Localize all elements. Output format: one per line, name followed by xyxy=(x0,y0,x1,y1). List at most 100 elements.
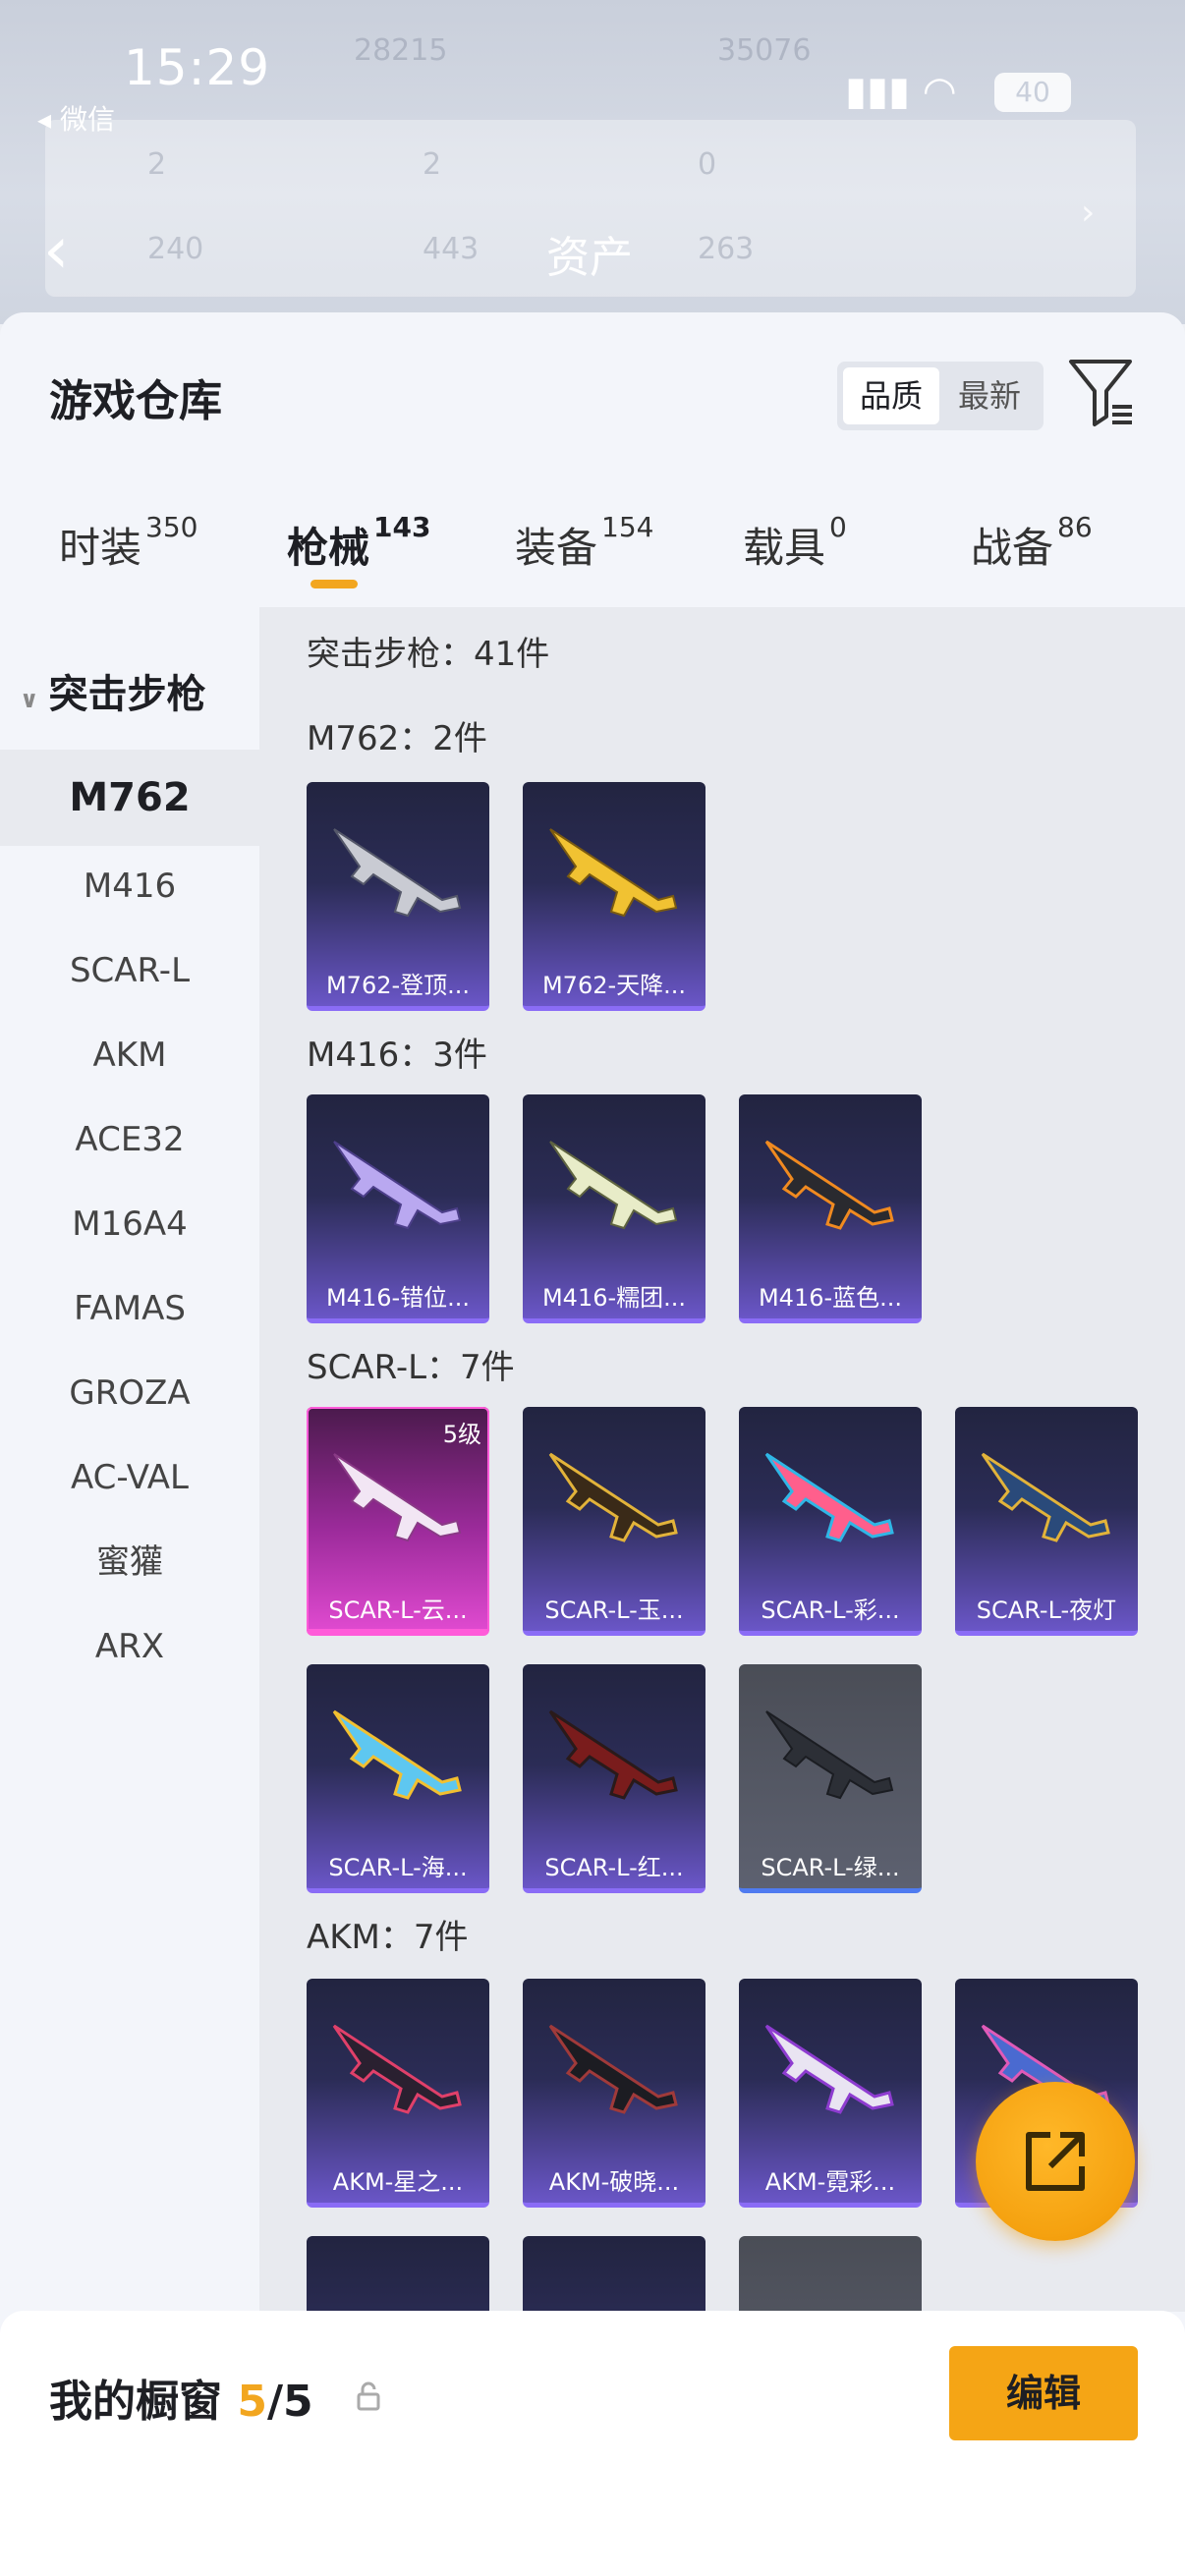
weapon-card[interactable]: SCAR-L-玉... xyxy=(523,1407,705,1636)
sheet-title: 游戏仓库 xyxy=(49,376,222,426)
weapon-card[interactable]: SCAR-L-绿... xyxy=(739,1664,922,1893)
stat-value: 240 xyxy=(147,232,204,266)
tab-label: 战备 xyxy=(971,524,1054,572)
rifle-icon xyxy=(333,1453,462,1542)
tab-firearms[interactable]: 枪械 143 xyxy=(287,511,430,575)
rifle-icon xyxy=(548,1709,678,1800)
edit-button[interactable]: 编辑 xyxy=(949,2346,1138,2440)
weapon-card[interactable]: SCAR-L-彩... xyxy=(739,1407,922,1636)
sidebar-item-famas[interactable]: FAMAS xyxy=(0,1261,259,1356)
tab-count: 143 xyxy=(373,511,431,543)
tab-count: 350 xyxy=(145,511,198,543)
weapon-card[interactable]: AKM-破晓... xyxy=(523,1979,705,2208)
stat-value: 0 xyxy=(698,147,717,182)
weapon-group-label: M416：3件 xyxy=(307,1036,487,1075)
sort-toggle: 品质 最新 xyxy=(837,362,1044,430)
weapon-card-label: M762-天降... xyxy=(541,972,687,999)
weapon-card-label: M416-糯团... xyxy=(541,1284,687,1312)
tab-count: 0 xyxy=(829,511,847,543)
weapon-card[interactable]: AKM-霓彩... xyxy=(739,1979,922,2208)
stat-value: 2 xyxy=(423,147,442,182)
weapon-card-label: SCAR-L-云... xyxy=(328,1596,468,1624)
weapon-card[interactable]: SCAR-L-海... xyxy=(307,1664,489,1893)
stat-value: 35076 xyxy=(717,33,812,68)
status-time: 15:29 xyxy=(124,39,271,96)
tab-count: 154 xyxy=(601,511,654,543)
sidebar-item-groza[interactable]: GROZA xyxy=(0,1346,259,1440)
weapon-card-label: SCAR-L-红... xyxy=(544,1854,684,1881)
weapon-card[interactable]: M762-登顶... xyxy=(307,782,489,1011)
sidebar-item-ac-val[interactable]: AC-VAL xyxy=(0,1430,259,1525)
sidebar-item-m416[interactable]: M416 xyxy=(0,839,259,933)
tab-equipment[interactable]: 装备 154 xyxy=(515,511,653,575)
showcase-title: 我的橱窗 5/5 xyxy=(49,2366,313,2429)
sidebar-item-ace32[interactable]: ACE32 xyxy=(0,1092,259,1187)
weapon-card[interactable] xyxy=(523,2236,705,2312)
warehouse-sheet: 游戏仓库 品质 最新 时装 350 枪械 143 装备 154 载具 0 战备 86 ∨ 突… xyxy=(0,312,1185,2576)
sidebar-item-scar-l[interactable]: SCAR-L xyxy=(0,924,259,1018)
weapon-card[interactable]: AKM-星之... xyxy=(307,1979,489,2208)
weapon-card[interactable]: SCAR-L-夜灯 xyxy=(955,1407,1138,1636)
chevron-right-icon[interactable]: › xyxy=(1081,193,1095,233)
sort-newest-button[interactable]: 最新 xyxy=(941,367,1038,424)
rifle-icon xyxy=(549,828,678,918)
tab-label: 装备 xyxy=(515,524,598,572)
weapon-card-label: AKM-破晓... xyxy=(548,2168,680,2196)
page-title: 资产 xyxy=(546,233,633,283)
lock-icon xyxy=(357,2381,380,2411)
weapon-category-sidebar: ∨ 突击步枪 M762 M416 SCAR-L AKM ACE32 M16A4 F… xyxy=(0,607,259,2474)
weapon-card[interactable]: M762-天降... xyxy=(523,782,705,1011)
weapon-card-label: AKM-霓彩... xyxy=(764,2168,896,2196)
rifle-icon xyxy=(548,1452,678,1542)
weapon-card-label: M762-登顶... xyxy=(325,972,471,999)
tab-vehicles[interactable]: 载具 0 xyxy=(743,511,847,575)
rifle-icon xyxy=(548,2024,678,2114)
weapon-card[interactable]: 5级 SCAR-L-云... xyxy=(307,1407,489,1636)
filter-icon[interactable] xyxy=(1067,356,1136,430)
tab-label: 载具 xyxy=(743,524,826,572)
sort-quality-button[interactable]: 品质 xyxy=(843,367,939,424)
rifle-icon xyxy=(764,2024,894,2114)
back-to-wechat-link[interactable]: ◂ 微信 xyxy=(37,98,115,138)
weapon-card[interactable]: SCAR-L-红... xyxy=(523,1664,705,1893)
sidebar-group-label: 突击步枪 xyxy=(48,672,206,717)
weapon-card[interactable]: M416-错位... xyxy=(307,1094,489,1323)
weapon-card[interactable]: M416-蓝色... xyxy=(739,1094,922,1323)
showcase-count-total: /5 xyxy=(266,2377,313,2427)
share-icon xyxy=(1026,2132,1085,2191)
weapon-group-label: AKM：7件 xyxy=(307,1918,469,1957)
weapon-card-label: M416-错位... xyxy=(325,1284,471,1312)
weapon-card-label: SCAR-L-玉... xyxy=(544,1596,684,1624)
weapon-card-label: AKM-星之... xyxy=(332,2168,464,2196)
sidebar-group-assault-rifles[interactable]: ∨ 突击步枪 xyxy=(20,662,206,719)
tab-fashion[interactable]: 时装 350 xyxy=(59,511,198,575)
stat-value: 28215 xyxy=(354,33,448,68)
tab-label: 枪械 xyxy=(287,524,370,572)
weapon-group-label: SCAR-L：7件 xyxy=(307,1348,515,1387)
tab-battle-gear[interactable]: 战备 86 xyxy=(971,511,1093,575)
weapon-card[interactable]: M416-糯团... xyxy=(523,1094,705,1323)
rifle-icon xyxy=(549,1141,678,1230)
sidebar-item-arx[interactable]: ARX xyxy=(0,1599,259,1694)
weapon-card-label: SCAR-L-绿... xyxy=(761,1854,900,1881)
weapon-card-label: M416-蓝色... xyxy=(758,1284,903,1312)
weapon-card-label: SCAR-L-海... xyxy=(328,1854,468,1881)
share-button[interactable] xyxy=(976,2082,1135,2241)
sidebar-item-akm[interactable]: AKM xyxy=(0,1008,259,1102)
weapon-card[interactable] xyxy=(307,2236,489,2312)
weapon-card[interactable] xyxy=(739,2236,922,2312)
sidebar-item-m16a4[interactable]: M16A4 xyxy=(0,1177,259,1271)
sidebar-item-m762[interactable]: M762 xyxy=(0,750,259,846)
showcase-label: 我的橱窗 xyxy=(49,2377,222,2427)
weapon-card-label: SCAR-L-彩... xyxy=(761,1596,900,1624)
chevron-down-icon: ∨ xyxy=(20,686,39,713)
weapon-list: 突击步枪：41件 M762：2件 M762-登顶... M762-天降... M… xyxy=(259,607,1185,2312)
category-total: 突击步枪：41件 xyxy=(307,635,550,674)
rifle-icon xyxy=(332,2024,462,2114)
stat-value: 2 xyxy=(147,147,167,182)
tab-label: 时装 xyxy=(59,524,142,572)
chevron-left-icon[interactable]: ‹ xyxy=(43,212,69,288)
sidebar-item-honey-badger[interactable]: 蜜獾 xyxy=(0,1515,259,1609)
active-tab-indicator xyxy=(310,580,358,588)
rifle-icon xyxy=(333,1141,462,1230)
